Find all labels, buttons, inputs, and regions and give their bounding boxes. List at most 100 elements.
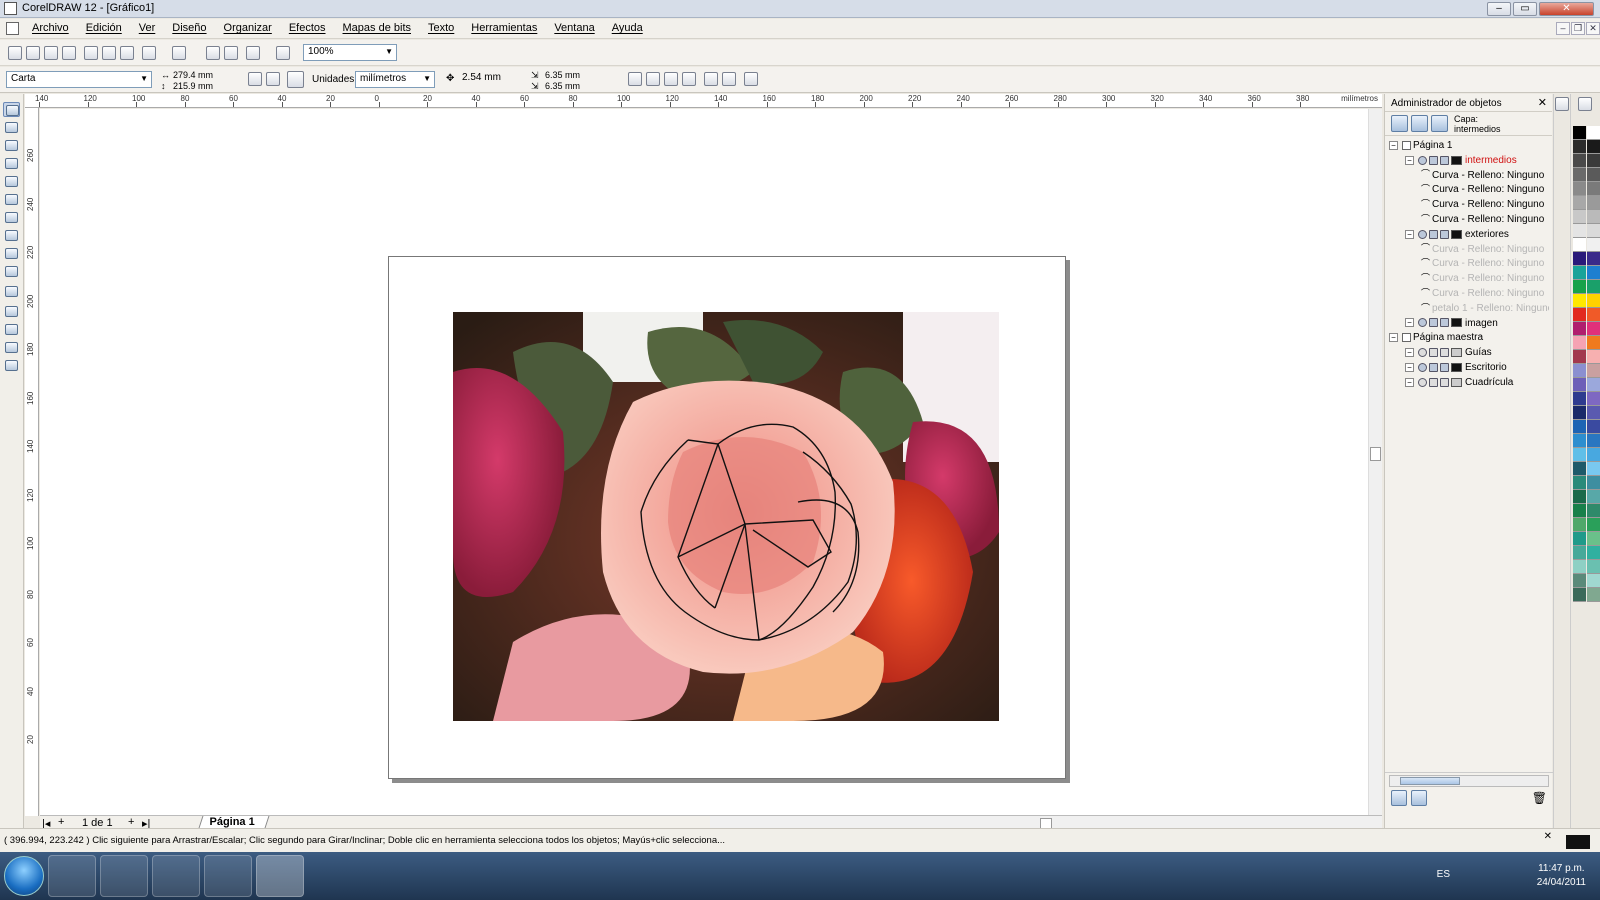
menu-item-2[interactable]: Ver xyxy=(139,22,156,34)
paper-size-select[interactable]: Carta ▼ xyxy=(6,71,152,88)
palette-swatch[interactable] xyxy=(1573,210,1586,224)
tree-object[interactable]: ⌒ Curva - Relleno: Ninguno xyxy=(1421,286,1549,301)
page-layout-icon[interactable] xyxy=(287,71,304,88)
collapse-icon[interactable]: − xyxy=(1405,348,1414,358)
palette-swatch[interactable] xyxy=(1587,322,1600,336)
palette-swatch[interactable] xyxy=(1587,266,1600,280)
new-layer-icon[interactable] xyxy=(1391,790,1407,806)
internet-explorer-icon[interactable] xyxy=(48,855,96,897)
fill-tool-icon[interactable] xyxy=(3,340,20,355)
palette-swatch[interactable] xyxy=(1573,560,1586,574)
palette-swatch[interactable] xyxy=(1587,532,1600,546)
tree-object[interactable]: ⌒ Curva - Relleno: Ninguno xyxy=(1421,256,1549,271)
polygon-tool-icon[interactable] xyxy=(3,228,20,243)
palette-swatch[interactable] xyxy=(1587,238,1600,252)
palette-swatch[interactable] xyxy=(1587,140,1600,154)
vertical-scroll-thumb[interactable] xyxy=(1370,447,1381,461)
palette-swatch[interactable] xyxy=(1587,224,1600,238)
close-button[interactable]: ✕ xyxy=(1539,2,1594,16)
trash-icon[interactable]: 🗑 xyxy=(1532,791,1547,805)
open-icon[interactable] xyxy=(26,46,40,60)
snap-to-grid-icon[interactable] xyxy=(628,72,642,86)
palette-swatch[interactable] xyxy=(1573,238,1586,252)
layer-color-swatch[interactable] xyxy=(1451,229,1462,239)
palette-swatch[interactable] xyxy=(1573,364,1586,378)
pencil-icon[interactable] xyxy=(1440,362,1449,372)
layer-color-swatch[interactable] xyxy=(1451,348,1462,358)
coreldraw-taskbar-icon[interactable] xyxy=(256,855,304,897)
palette-swatch[interactable] xyxy=(1587,420,1600,434)
palette-swatch[interactable] xyxy=(1587,476,1600,490)
palette-swatch[interactable] xyxy=(1587,406,1600,420)
pencil-icon[interactable] xyxy=(1440,229,1449,239)
menu-item-0[interactable]: Archivo xyxy=(32,22,69,34)
print-icon[interactable] xyxy=(62,46,76,60)
palette-swatch[interactable] xyxy=(1587,280,1600,294)
palette-swatch[interactable] xyxy=(1587,168,1600,182)
palette-swatch[interactable] xyxy=(1573,336,1586,350)
eye-icon[interactable] xyxy=(1418,348,1427,358)
printer-icon[interactable] xyxy=(1429,362,1438,372)
menu-item-7[interactable]: Texto xyxy=(428,22,454,34)
duplicate-x-field[interactable]: 6.35 mm xyxy=(545,70,580,80)
dynamic-guides-icon[interactable] xyxy=(682,72,696,86)
menu-item-3[interactable]: Diseño xyxy=(172,22,206,34)
tree-scroll-thumb[interactable] xyxy=(1400,777,1460,785)
tree-layer[interactable]: − exteriores xyxy=(1405,227,1549,242)
tree-object[interactable]: ⌒ Curva - Relleno: Ninguno xyxy=(1421,197,1549,212)
redo-icon[interactable] xyxy=(172,46,186,60)
undo-icon[interactable] xyxy=(142,46,156,60)
palette-swatch[interactable] xyxy=(1573,350,1586,364)
palette-swatch[interactable] xyxy=(1587,448,1600,462)
palette-swatch[interactable] xyxy=(1587,182,1600,196)
portrait-icon[interactable] xyxy=(248,72,262,86)
nudge-distance-field[interactable]: 2.54 mm xyxy=(458,71,518,88)
pick-tool-icon[interactable] xyxy=(3,102,20,117)
pencil-icon[interactable] xyxy=(1440,318,1449,328)
palette-swatch[interactable] xyxy=(1573,546,1586,560)
collapse-icon[interactable]: − xyxy=(1405,318,1414,328)
palette-swatch[interactable] xyxy=(1573,154,1586,168)
horizontal-ruler[interactable]: milímetros 140 120 100 80 60 40 20 0 20 40 60 80 100… xyxy=(25,94,1382,108)
layer-color-swatch[interactable] xyxy=(1451,155,1462,165)
save-icon[interactable] xyxy=(44,46,58,60)
menu-item-9[interactable]: Ventana xyxy=(554,22,594,34)
tree-object[interactable]: ⌒ Curva - Relleno: Ninguno xyxy=(1421,212,1549,227)
vertical-scrollbar[interactable] xyxy=(1368,109,1382,815)
palette-swatch[interactable] xyxy=(1573,406,1586,420)
tree-horizontal-scrollbar[interactable] xyxy=(1389,775,1549,787)
doc-minimize-button[interactable]: – xyxy=(1556,22,1570,35)
palette-swatch[interactable] xyxy=(1587,434,1600,448)
collapse-icon[interactable]: − xyxy=(1405,377,1414,387)
shape-tool-icon[interactable] xyxy=(3,120,20,135)
menu-item-5[interactable]: Efectos xyxy=(289,22,326,34)
palette-swatch[interactable] xyxy=(1573,224,1586,238)
palette-swatch[interactable] xyxy=(1573,252,1586,266)
pencil-icon[interactable] xyxy=(1440,348,1449,358)
menu-item-1[interactable]: Edición xyxy=(86,22,122,34)
palette-swatch[interactable] xyxy=(1587,574,1600,588)
corel-online-icon[interactable] xyxy=(276,46,290,60)
tree-layer[interactable]: − imagen xyxy=(1405,316,1549,331)
palette-swatch[interactable] xyxy=(1587,560,1600,574)
printer-icon[interactable] xyxy=(1429,318,1438,328)
palette-swatch[interactable] xyxy=(1573,322,1586,336)
palette-swatch[interactable] xyxy=(1573,462,1586,476)
palette-swatch[interactable] xyxy=(1587,518,1600,532)
treat-as-filled-icon[interactable] xyxy=(704,72,718,86)
palette-swatch[interactable] xyxy=(1587,588,1600,602)
system-clock[interactable]: 11:47 p.m. 24/04/2011 xyxy=(1537,862,1586,890)
palette-swatch[interactable] xyxy=(1587,126,1600,140)
palette-swatch[interactable] xyxy=(1573,126,1586,140)
palette-swatch[interactable] xyxy=(1573,280,1586,294)
smart-fill-tool-icon[interactable] xyxy=(3,174,20,189)
basic-shapes-tool-icon[interactable] xyxy=(3,246,20,261)
layer-manager-view-icon[interactable] xyxy=(1431,115,1448,132)
printer-icon[interactable] xyxy=(1429,348,1438,358)
palette-swatch[interactable] xyxy=(1573,490,1586,504)
tree-page[interactable]: − Página 1 xyxy=(1389,138,1549,153)
start-button[interactable] xyxy=(4,856,44,896)
tree-layer[interactable]: − Guías xyxy=(1405,345,1549,360)
palette-swatch[interactable] xyxy=(1573,504,1586,518)
layer-color-swatch[interactable] xyxy=(1451,318,1462,328)
